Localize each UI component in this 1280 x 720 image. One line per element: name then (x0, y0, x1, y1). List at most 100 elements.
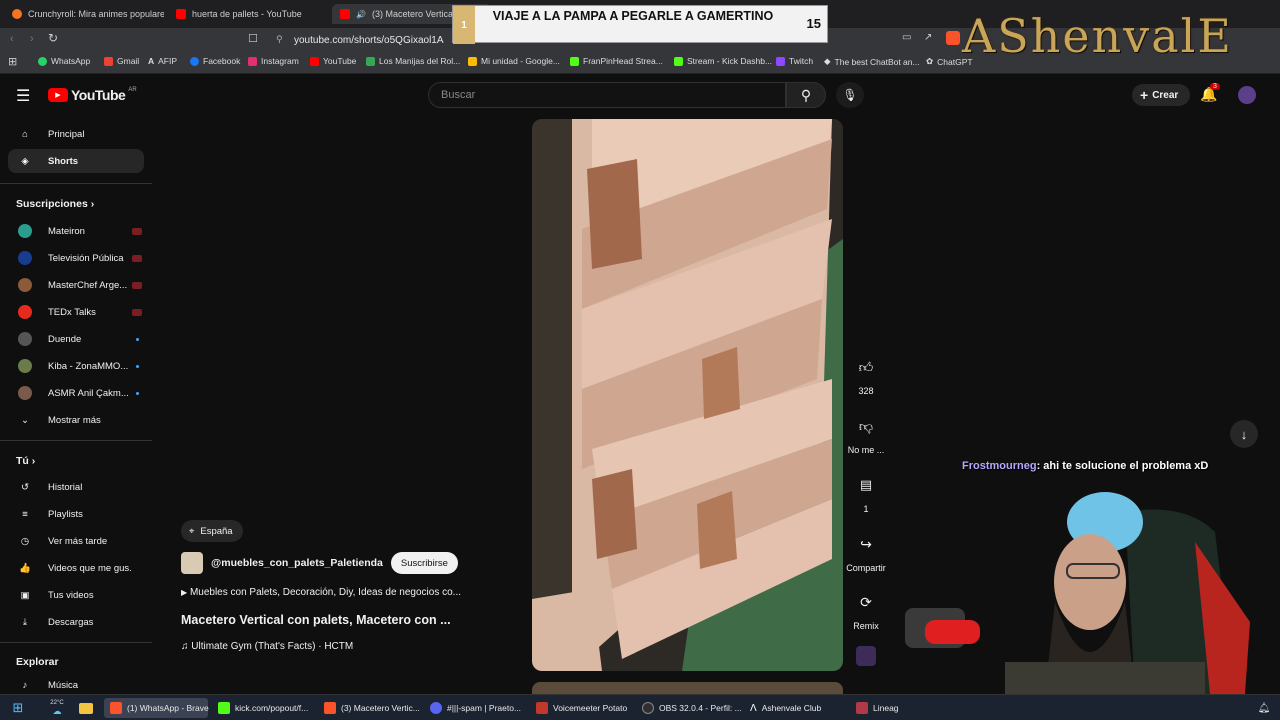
sidebar-item-playlists[interactable]: ≡ Playlists (8, 502, 144, 526)
bookmark-manijas[interactable]: Los Manijas del Rol... (366, 56, 460, 66)
bookmark-label: Los Manijas del Rol... (379, 56, 461, 66)
sound-thumbnail[interactable] (856, 646, 876, 666)
forward-icon[interactable]: › (30, 33, 34, 45)
bookmark-whatsapp[interactable]: WhatsApp (38, 56, 90, 66)
weather-icon: ☁ (52, 705, 62, 716)
bookmark-chatbot[interactable]: ◆ The best ChatBot an... (824, 56, 920, 67)
brave-icon (110, 702, 122, 714)
back-icon[interactable]: ‹ (10, 33, 14, 45)
search-button[interactable]: ⚲ (786, 82, 826, 108)
bookmark-twitch[interactable]: Twitch (776, 56, 813, 66)
apps-grid-icon[interactable]: ⊞ (8, 55, 17, 68)
taskbar-item[interactable]: (3) Macetero Vertic... (318, 698, 422, 718)
sidebar-item-home[interactable]: ⌂ Principal (8, 122, 144, 146)
sidebar-item-history[interactable]: ↺ Historial (8, 475, 144, 499)
live-icon (132, 255, 142, 262)
sidebar-item-shorts[interactable]: ◈ Shorts (8, 149, 144, 173)
taskbar-item-label: #|||-spam | Praeto... (447, 703, 522, 713)
crunchyroll-icon (12, 9, 22, 19)
microphone-image (905, 608, 980, 648)
bookmark-kick-dashboard[interactable]: Stream - Kick Dashb... (674, 56, 772, 66)
history-icon: ↺ (21, 481, 29, 493)
sidebar-item-your-videos[interactable]: ▣ Tus videos (8, 583, 144, 607)
next-short-preview[interactable] (532, 682, 843, 694)
avatar[interactable] (1238, 86, 1256, 104)
subscription-item[interactable]: Mateiron (8, 219, 144, 243)
browser-tab[interactable]: Crunchyroll: Mira animes populares, (4, 4, 164, 24)
youtube-logo[interactable]: ▶ YouTube AR (48, 87, 137, 103)
url-text: youtube.com/shorts/o5QGixaol1A (294, 34, 444, 46)
voice-search-button[interactable]: 🎙 (836, 82, 864, 108)
subscription-item[interactable]: TEDx Talks (8, 300, 144, 324)
channel-handle[interactable]: @muebles_con_palets_Paletienda (211, 557, 383, 569)
windows-taskbar: ⊞ 22°C ☁ (1) WhatsApp - Brave kick.com/p… (0, 694, 1280, 720)
weather-widget[interactable]: 22°C ☁ (44, 698, 70, 718)
bookmark-youtube[interactable]: YouTube (310, 56, 356, 66)
browser-tab[interactable]: huerta de pallets - YouTube (168, 4, 328, 24)
dislike-button[interactable]: 👎︎ No me ... (836, 411, 896, 456)
channel-avatar (18, 386, 32, 400)
notifications-button[interactable]: 🔔 3 (1200, 83, 1220, 103)
reload-icon[interactable]: ↻ (48, 31, 58, 45)
file-explorer-icon[interactable] (76, 698, 96, 718)
channel-avatar[interactable] (181, 552, 203, 574)
subscription-item[interactable]: ASMR Anil Çakm... (8, 381, 144, 405)
remix-button[interactable]: ⟳ Remix (836, 587, 896, 632)
next-short-button[interactable]: ↓ (1230, 420, 1258, 448)
sidebar-item-liked[interactable]: 👍 Videos que me gus... (8, 556, 144, 580)
subscribe-button[interactable]: Suscribirse (390, 552, 458, 574)
section-title: Explorar (16, 656, 59, 668)
brave-shields-icon[interactable] (946, 31, 960, 45)
location-chip[interactable]: ⌖ España (181, 520, 243, 542)
short-title[interactable]: Macetero Vertical con palets, Macetero c… (181, 613, 451, 627)
subscription-item[interactable]: Televisión Pública (8, 246, 144, 270)
chevron-down-icon: ⌄ (21, 414, 29, 426)
taskbar-item[interactable]: Λ Ashenvale Club (744, 698, 848, 718)
create-button[interactable]: + Crear (1132, 84, 1190, 106)
bookmark-facebook[interactable]: Facebook (190, 56, 240, 66)
subscription-item[interactable]: MasterChef Arge... (8, 273, 144, 297)
bookmark-afip[interactable]: A AFIP (148, 56, 177, 66)
bookmark-drive[interactable]: Mi unidad - Google... (468, 56, 560, 66)
taskbar-item[interactable]: #|||-spam | Praeto... (424, 698, 528, 718)
taskbar-item-label: Lineag (873, 703, 899, 713)
site-info-icon[interactable]: ⚲ (276, 34, 283, 45)
subscriptions-heading[interactable]: Suscripciones › (16, 198, 94, 210)
taskbar-item[interactable]: OBS 32.0.4 - Perfil: ... (636, 698, 742, 718)
channel-avatar (18, 251, 32, 265)
subscription-item[interactable]: Kiba - ZonaMMO... (8, 354, 144, 378)
taskbar-item[interactable]: Voicemeeter Potato (530, 698, 634, 718)
cast-icon[interactable]: ▭ (902, 32, 911, 43)
like-button[interactable]: 👍︎ 328 (836, 352, 896, 397)
comments-button[interactable]: ▤ 1 (836, 470, 896, 514)
notification-center-icon[interactable]: 🔔︎ (1254, 698, 1274, 718)
obs-icon (642, 702, 654, 714)
short-description[interactable]: ▶ Muebles con Palets, Decoración, Diy, I… (181, 587, 461, 598)
lineage-icon (856, 702, 868, 714)
search-input[interactable]: Buscar (428, 82, 786, 108)
sidebar-item-music[interactable]: ♪ Música (8, 673, 144, 694)
bookmark-icon[interactable]: ☐ (248, 32, 258, 45)
bookmark-gmail[interactable]: Gmail (104, 56, 139, 66)
share-button[interactable]: ↪ Compartir (836, 529, 896, 574)
subscription-item[interactable]: Duende (8, 327, 144, 351)
sidebar-item-watch-later[interactable]: ◷ Ver más tarde (8, 529, 144, 553)
share-icon[interactable]: ↗ (924, 32, 932, 43)
you-heading[interactable]: Tú › (16, 455, 35, 467)
live-icon (132, 228, 142, 235)
menu-icon[interactable]: ☰ (16, 86, 30, 106)
new-content-dot (136, 365, 139, 368)
show-more-button[interactable]: ⌄ Mostrar más (8, 408, 144, 432)
stream-goal-banner: 1 VIAJE A LA PAMPA A PEGARLE A GAMERTINO… (452, 5, 828, 44)
sidebar-item-downloads[interactable]: ⤓ Descargas (8, 610, 144, 634)
taskbar-item[interactable]: kick.com/popout/f... (212, 698, 316, 718)
divider (0, 642, 152, 643)
windows-start-icon[interactable]: ⊞ (8, 698, 28, 718)
bookmark-franpinhead[interactable]: FranPinHead Strea... (570, 56, 663, 66)
remix-icon: ⟳ (860, 593, 872, 610)
taskbar-item[interactable]: (1) WhatsApp - Brave (104, 698, 209, 718)
short-video-player[interactable] (532, 119, 843, 671)
bookmark-instagram[interactable]: Instagram (248, 56, 299, 66)
taskbar-item[interactable]: Lineag (850, 698, 902, 718)
music-link[interactable]: ♫ Ultimate Gym (That's Facts) · HCTM (181, 641, 353, 652)
